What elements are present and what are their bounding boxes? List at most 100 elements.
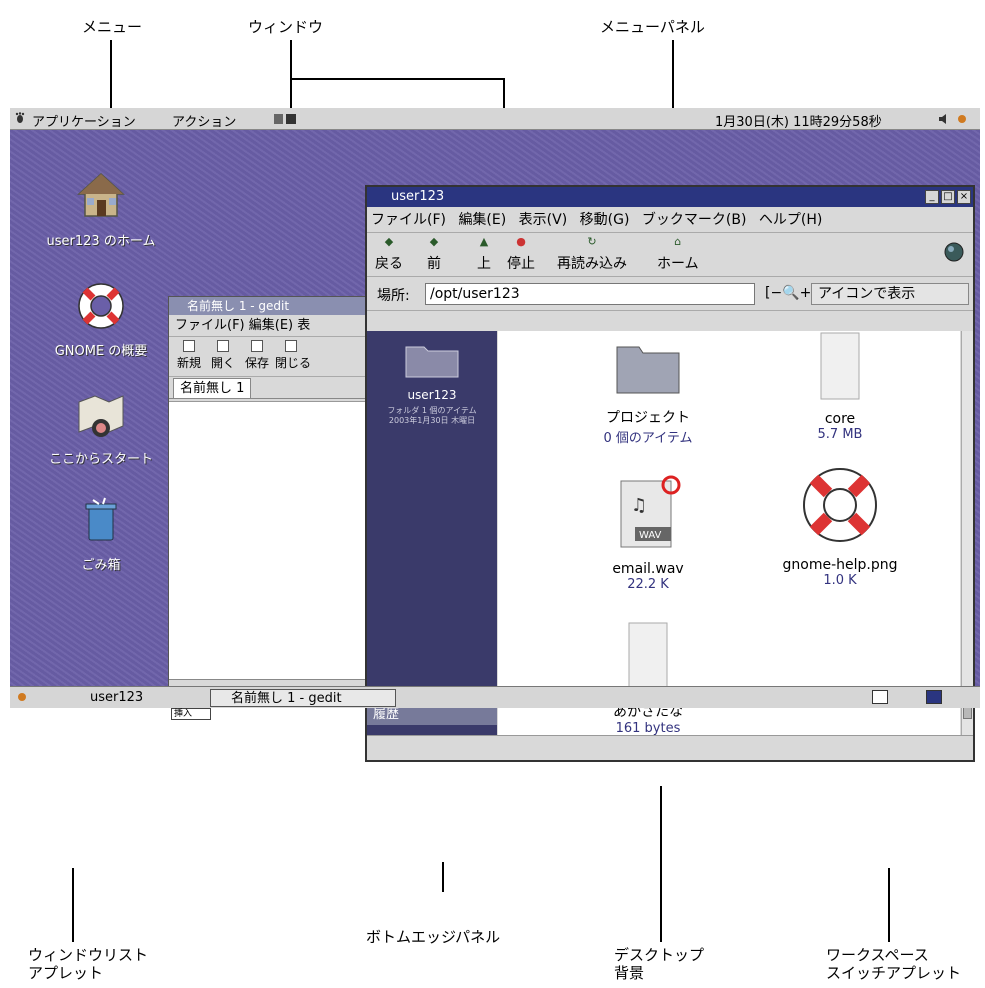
- file-name: email.wav: [612, 561, 684, 577]
- leader-line-menu-panel: [672, 40, 674, 112]
- task-label: 名前無し 1 - gedit: [231, 691, 342, 706]
- annotation-desktop-background: デスクトップ 背景: [614, 946, 705, 982]
- home-icon: ⌂: [674, 235, 682, 248]
- leader-line-window-horizontal: [290, 78, 505, 80]
- file-name: gnome-help.png: [782, 557, 898, 573]
- tool-label: 前: [427, 256, 441, 272]
- tool-label: 新規: [176, 356, 201, 370]
- throbber-icon: [944, 242, 964, 262]
- file-item[interactable]: あかさたな 161 bytes: [558, 621, 738, 736]
- close-button[interactable]: ×: [957, 190, 971, 204]
- history-tab[interactable]: 履歴: [367, 705, 497, 725]
- tool-label: ホーム: [657, 256, 699, 272]
- show-desktop-icon[interactable]: [16, 691, 28, 703]
- file-item[interactable]: ♫ WAV email.wav 22.2 K: [558, 471, 738, 592]
- menu-actions[interactable]: アクション: [172, 111, 236, 130]
- workspace-2[interactable]: [926, 690, 942, 704]
- minimize-button[interactable]: _: [925, 190, 939, 204]
- gedit-menubar[interactable]: ファイル(F) 編集(E) 表: [169, 315, 367, 337]
- gedit-tab[interactable]: 名前無し 1: [173, 378, 252, 398]
- file-item[interactable]: プロジェクト 0 個のアイテム: [558, 337, 738, 446]
- nautilus-body: user123 フォルダ 1 個のアイテム 2003年1月30日 木曜日 履歴 …: [367, 331, 973, 737]
- open-button[interactable]: 開く: [207, 340, 239, 371]
- clock[interactable]: 1月30日(木) 11時29分58秒: [715, 111, 882, 130]
- back-arrow-icon: ◆: [384, 235, 394, 248]
- nautilus-window[interactable]: user123 _ □ × ファイル(F) 編集(E) 表示(V) 移動(G) …: [365, 185, 975, 762]
- gnome-foot-icon[interactable]: [14, 112, 26, 124]
- forward-button[interactable]: ◆ 前: [427, 235, 441, 273]
- desktop-icon-label: GNOME の概要: [54, 344, 148, 359]
- annotation-window: ウィンドウ: [248, 18, 324, 36]
- folder-icon: [616, 346, 680, 394]
- annotation-menu: メニュー: [82, 18, 143, 36]
- document-icon: [820, 332, 860, 400]
- save-icon: [251, 340, 263, 352]
- nautilus-title: user123: [391, 189, 445, 204]
- document-icon: [628, 622, 668, 690]
- folder-icon: [405, 346, 459, 378]
- home-icon: [77, 172, 125, 217]
- menu-bookmarks[interactable]: ブックマーク(B): [642, 212, 747, 228]
- map-compass-icon: [78, 395, 124, 437]
- stop-button[interactable]: ● 停止: [507, 236, 535, 273]
- svg-text:WAV: WAV: [639, 530, 662, 541]
- desktop-icon-home[interactable]: user123 のホーム: [26, 170, 176, 249]
- location-label: 場所:: [377, 288, 410, 304]
- gedit-insert-mode: 挿入: [171, 708, 211, 720]
- zoom-icon[interactable]: [−🔍+]: [765, 285, 817, 301]
- window-list-item-gedit[interactable]: 名前無し 1 - gedit: [210, 689, 396, 707]
- reload-button[interactable]: ↻ 再読み込み: [557, 236, 627, 273]
- up-arrow-icon: ▲: [479, 235, 489, 248]
- desktop-icon-trash[interactable]: ごみ箱: [26, 494, 176, 573]
- lifebuoy-icon: [803, 468, 877, 542]
- desktop-icon-label: ここからスタート: [48, 452, 153, 467]
- menu-file[interactable]: ファイル(F): [371, 212, 446, 228]
- workspace-1[interactable]: [872, 690, 888, 704]
- leader-line-bottom-panel: [442, 862, 444, 892]
- window-list-item-user123[interactable]: user123: [70, 689, 143, 707]
- desktop-icon-start-here[interactable]: ここからスタート: [26, 388, 176, 467]
- desktop-icon-gnome-overview[interactable]: GNOME の概要: [26, 280, 176, 359]
- up-button[interactable]: ▲ 上: [477, 235, 491, 273]
- menu-applications[interactable]: アプリケーション: [32, 111, 136, 130]
- trash-icon: [85, 497, 117, 541]
- maximize-button[interactable]: □: [941, 190, 955, 204]
- menu-go[interactable]: 移動(G): [580, 212, 630, 228]
- file-detail: 1.0 K: [823, 573, 857, 588]
- wav-icon: ♫ WAV: [620, 475, 681, 548]
- svg-text:♫: ♫: [631, 495, 647, 516]
- desktop-icon-label: ごみ箱: [81, 558, 121, 573]
- new-button[interactable]: 新規: [173, 340, 205, 371]
- menu-view[interactable]: 表示(V): [519, 212, 568, 228]
- notification-icon[interactable]: [956, 113, 968, 125]
- open-folder-icon: [217, 340, 229, 352]
- file-name: プロジェクト: [606, 410, 690, 426]
- gedit-window[interactable]: 名前無し 1 - gedit ファイル(F) 編集(E) 表 新規 開く 保存 …: [168, 296, 368, 706]
- file-item[interactable]: core 5.7 MB: [750, 331, 930, 442]
- annotation-window-list-applet: ウィンドウリスト アプレット: [28, 946, 149, 982]
- back-button[interactable]: ◆ 戻る: [375, 235, 403, 273]
- tool-label: 開く: [210, 356, 235, 370]
- gedit-text-area[interactable]: [169, 401, 367, 679]
- view-mode-select[interactable]: アイコンで表示: [811, 283, 969, 305]
- nautilus-title-bar[interactable]: user123 _ □ ×: [367, 187, 973, 207]
- home-button[interactable]: ⌂ ホーム: [657, 235, 699, 273]
- volume-icon[interactable]: [938, 113, 950, 125]
- forward-arrow-icon: ◆: [429, 235, 439, 248]
- file-item[interactable]: gnome-help.png 1.0 K: [750, 463, 930, 588]
- close-button[interactable]: 閉じる: [275, 340, 311, 371]
- menu-panel: アプリケーション アクション 1月30日(木) 11時29分58秒: [10, 108, 980, 130]
- file-detail: 161 bytes: [615, 721, 681, 736]
- launcher-icons[interactable]: [274, 113, 296, 125]
- leader-line-window-list: [72, 868, 74, 942]
- menu-edit[interactable]: 編集(E): [458, 212, 506, 228]
- location-bar: 場所: /opt/user123 [−🔍+] アイコンで表示: [367, 277, 973, 311]
- save-button[interactable]: 保存: [241, 340, 273, 371]
- annotation-workspace-switcher: ワークスペース スイッチアプレット: [826, 946, 962, 982]
- location-input[interactable]: /opt/user123: [425, 283, 755, 305]
- scrollbar[interactable]: [961, 331, 973, 737]
- gedit-title-bar[interactable]: 名前無し 1 - gedit: [169, 297, 367, 315]
- close-icon: [285, 340, 297, 352]
- menu-help[interactable]: ヘルプ(H): [759, 212, 822, 228]
- file-name: core: [824, 411, 856, 427]
